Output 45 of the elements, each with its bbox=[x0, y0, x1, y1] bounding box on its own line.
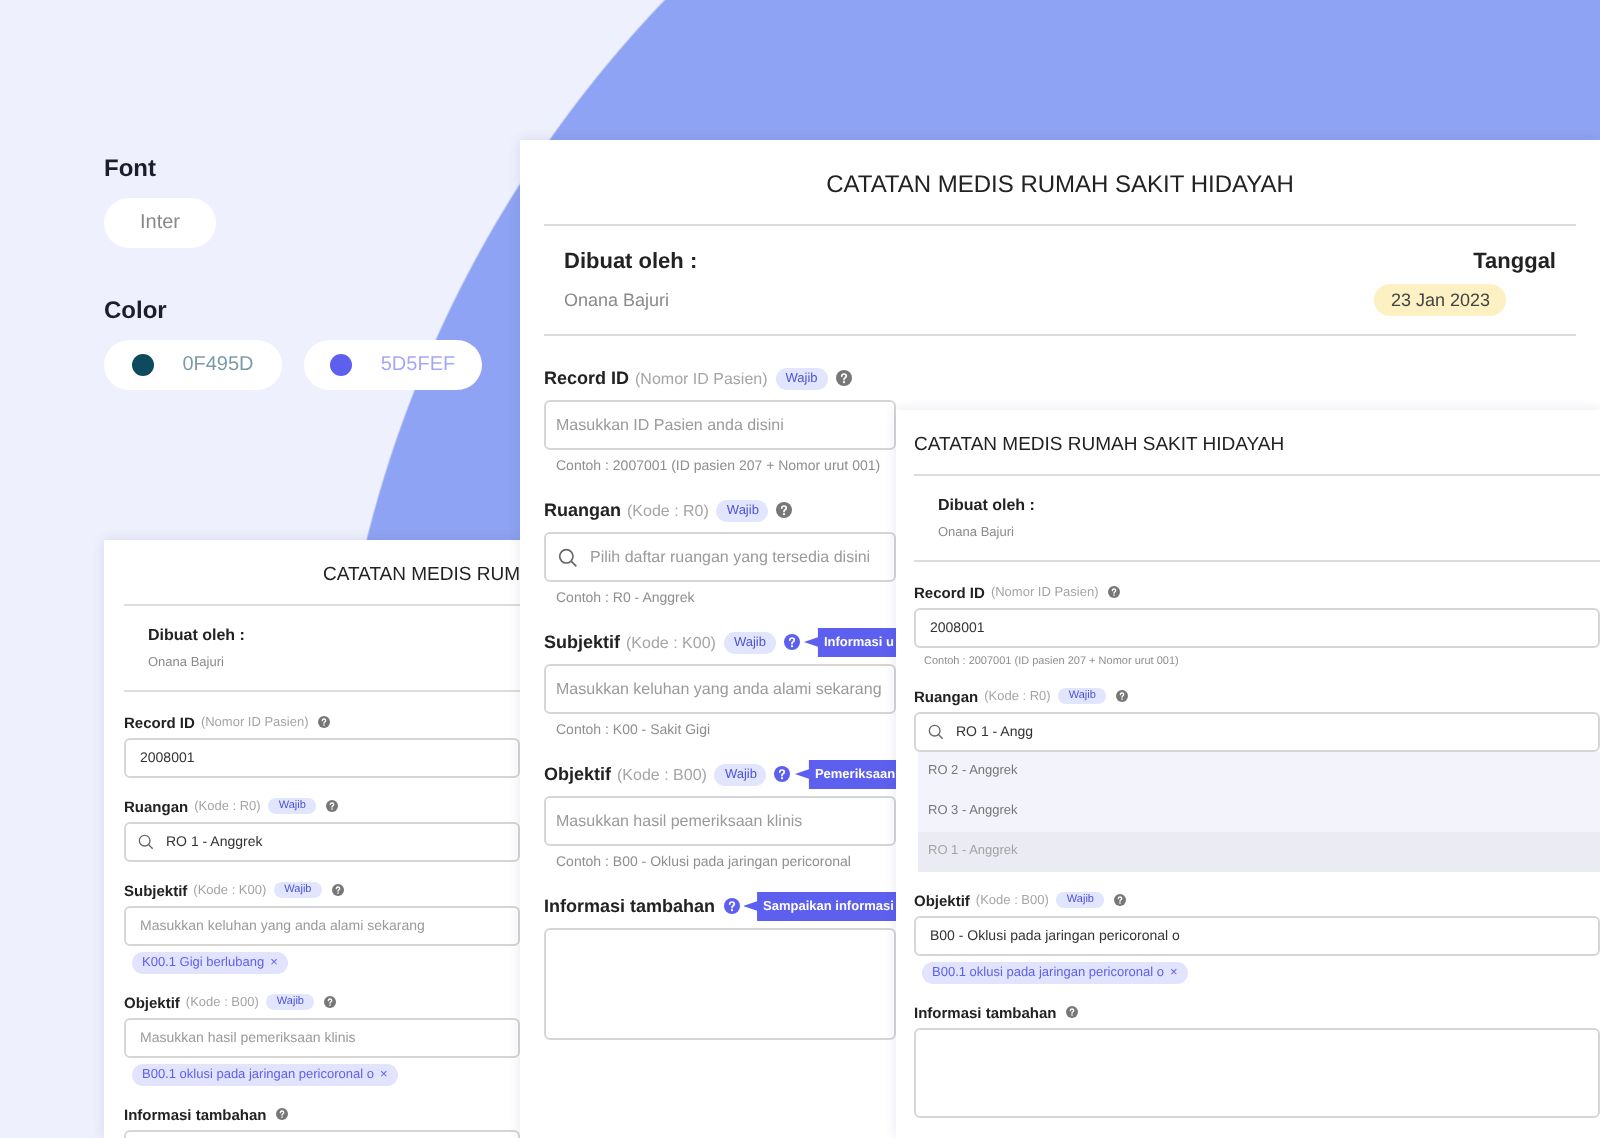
help-icon bbox=[318, 716, 331, 728]
field-label: Record ID bbox=[544, 368, 630, 388]
search-field[interactable]: Pilih daftar ruangan yang tersedia disini bbox=[544, 532, 896, 582]
field-hint: (Kode : K00) bbox=[626, 633, 716, 651]
field-label: Objektif bbox=[544, 764, 612, 784]
author-label: Dibuat oleh : bbox=[148, 626, 245, 644]
help-icon bbox=[723, 898, 740, 914]
author-name: Onana Bajuri bbox=[564, 290, 670, 310]
help-icon bbox=[331, 884, 344, 896]
form-title: CATATAN MEDIS RUMAH SAKIT HIDAYAH bbox=[914, 410, 1600, 476]
color-option[interactable]: 0F495D bbox=[104, 340, 282, 390]
field-label: Subjektif bbox=[544, 632, 621, 652]
help-icon bbox=[1108, 586, 1121, 598]
field-hint: (Kode : B00) bbox=[617, 765, 707, 783]
help-icon bbox=[325, 800, 338, 812]
form-title: CATATAN MEDIS RUMAH SAKIT HIDAYAH bbox=[544, 140, 1576, 226]
help-icon bbox=[1066, 1006, 1079, 1018]
search-icon bbox=[558, 547, 578, 567]
help-icon bbox=[774, 766, 791, 782]
input-field[interactable]: Masukkan ID Pasien anda disini bbox=[544, 400, 896, 450]
field-hint: (Nomor ID Pasien) bbox=[635, 369, 768, 387]
help-icon bbox=[1113, 894, 1126, 906]
help-icon bbox=[835, 370, 852, 386]
text-area[interactable] bbox=[914, 1028, 1600, 1118]
field-label: Ruangan bbox=[544, 500, 622, 520]
date-tag: 23 Jan 2023 bbox=[1374, 284, 1506, 316]
section-heading: Color bbox=[104, 296, 167, 324]
font-option[interactable]: Inter bbox=[104, 198, 216, 248]
help-icon bbox=[783, 634, 800, 650]
author-label: Dibuat oleh : bbox=[564, 250, 698, 274]
field-label: Informasi tambahan bbox=[544, 896, 716, 916]
search-icon bbox=[138, 834, 154, 850]
help-icon bbox=[276, 1108, 289, 1120]
section-heading: Font bbox=[104, 154, 156, 182]
search-icon bbox=[928, 724, 944, 740]
text-area[interactable] bbox=[544, 928, 896, 1040]
color-option[interactable]: 5D5FEF bbox=[304, 340, 482, 390]
help-icon bbox=[776, 502, 793, 518]
input-field[interactable]: Masukkan keluhan yang anda alami sekarang bbox=[544, 664, 896, 714]
help-icon bbox=[323, 996, 336, 1008]
author-label: Dibuat oleh : bbox=[938, 496, 1035, 514]
field-hint: (Kode : R0) bbox=[627, 501, 709, 519]
date-label: Tanggal bbox=[1473, 250, 1556, 274]
input-field[interactable]: Masukkan hasil pemeriksaan klinis bbox=[544, 796, 896, 846]
help-icon bbox=[1115, 690, 1128, 702]
